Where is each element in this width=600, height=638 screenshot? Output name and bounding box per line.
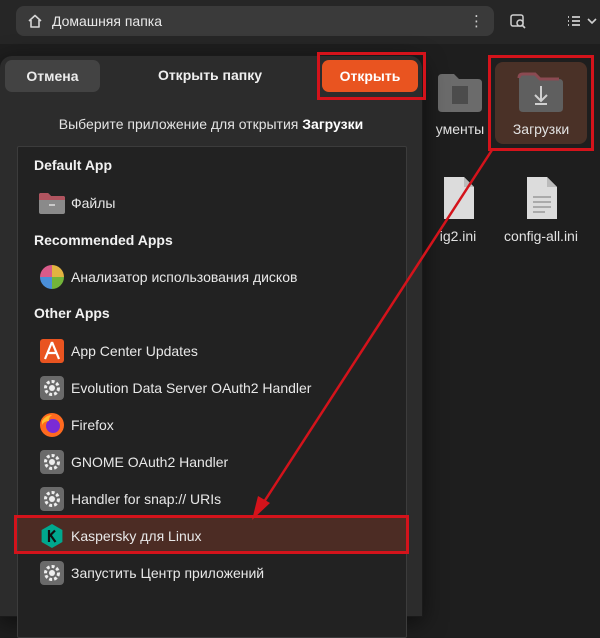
file-tile-config-all[interactable]: config-all.ini bbox=[481, 175, 600, 244]
dialog-title: Открыть папку bbox=[157, 67, 263, 83]
app-row-launch-app-center[interactable]: Запустить Центр приложений bbox=[18, 554, 406, 591]
file-label: config-all.ini bbox=[504, 228, 578, 244]
folder-download-icon bbox=[517, 72, 563, 112]
app-label: Kaspersky для Linux bbox=[71, 527, 202, 544]
file-manager-header: Домашняя папка ⋮ bbox=[0, 0, 600, 44]
kaspersky-icon bbox=[38, 522, 66, 550]
app-list[interactable]: Default App Файлы Recommended Apps Анали… bbox=[17, 146, 407, 638]
path-bar[interactable]: Домашняя папка ⋮ bbox=[16, 6, 494, 36]
open-button[interactable]: Открыть bbox=[322, 60, 418, 92]
app-label: GNOME OAuth2 Handler bbox=[71, 453, 229, 470]
app-row-gnome-oauth[interactable]: GNOME OAuth2 Handler bbox=[18, 443, 406, 480]
file-label: Загрузки bbox=[512, 121, 570, 137]
more-options-icon[interactable]: ⋮ bbox=[469, 12, 484, 30]
app-label: Evolution Data Server OAuth2 Handler bbox=[71, 379, 312, 396]
gear-icon bbox=[38, 485, 66, 513]
section-default-app: Default App bbox=[34, 157, 113, 173]
app-row-evolution-oauth[interactable]: Evolution Data Server OAuth2 Handler bbox=[18, 369, 406, 406]
app-row-kaspersky[interactable]: Kaspersky для Linux bbox=[18, 517, 406, 554]
app-row-files[interactable]: Файлы bbox=[18, 184, 406, 221]
app-label: Firefox bbox=[71, 416, 114, 433]
app-row-snap-handler[interactable]: Handler for snap:// URIs bbox=[18, 480, 406, 517]
disk-usage-pie-icon bbox=[38, 263, 66, 291]
firefox-icon bbox=[38, 411, 66, 439]
chevron-down-icon[interactable] bbox=[584, 9, 600, 33]
file-tile-downloads[interactable]: Загрузки bbox=[481, 70, 600, 137]
path-title: Домашняя папка bbox=[52, 13, 163, 29]
gear-icon bbox=[38, 374, 66, 402]
app-label: Запустить Центр приложений bbox=[71, 564, 265, 581]
subtitle-target: Загрузки bbox=[302, 116, 364, 132]
section-other-apps: Other Apps bbox=[34, 305, 110, 321]
text-file-icon bbox=[444, 177, 474, 219]
open-with-dialog: Отмена Открыть папку Открыть Выберите пр… bbox=[0, 56, 422, 638]
search-folder-icon[interactable] bbox=[506, 9, 530, 33]
app-label: App Center Updates bbox=[71, 342, 198, 359]
subtitle-text: Выберите приложение для открытия bbox=[58, 116, 303, 132]
cancel-button[interactable]: Отмена bbox=[5, 60, 100, 92]
view-list-icon[interactable] bbox=[562, 9, 586, 33]
text-file-icon bbox=[527, 177, 557, 219]
app-center-icon bbox=[38, 337, 66, 365]
files-folder-icon bbox=[38, 189, 66, 217]
dialog-subtitle: Выберите приложение для открытия Загрузк… bbox=[0, 116, 422, 132]
folder-icon bbox=[438, 74, 482, 112]
app-row-disk-analyzer[interactable]: Анализатор использования дисков bbox=[18, 258, 406, 295]
gear-icon bbox=[38, 448, 66, 476]
gear-icon bbox=[38, 559, 66, 587]
app-label: Файлы bbox=[71, 194, 116, 211]
app-label: Анализатор использования дисков bbox=[71, 268, 298, 285]
app-row-firefox[interactable]: Firefox bbox=[18, 406, 406, 443]
section-recommended-apps: Recommended Apps bbox=[34, 232, 173, 248]
home-icon bbox=[26, 12, 44, 30]
app-label: Handler for snap:// URIs bbox=[71, 490, 222, 507]
app-row-app-center-updates[interactable]: App Center Updates bbox=[18, 332, 406, 369]
